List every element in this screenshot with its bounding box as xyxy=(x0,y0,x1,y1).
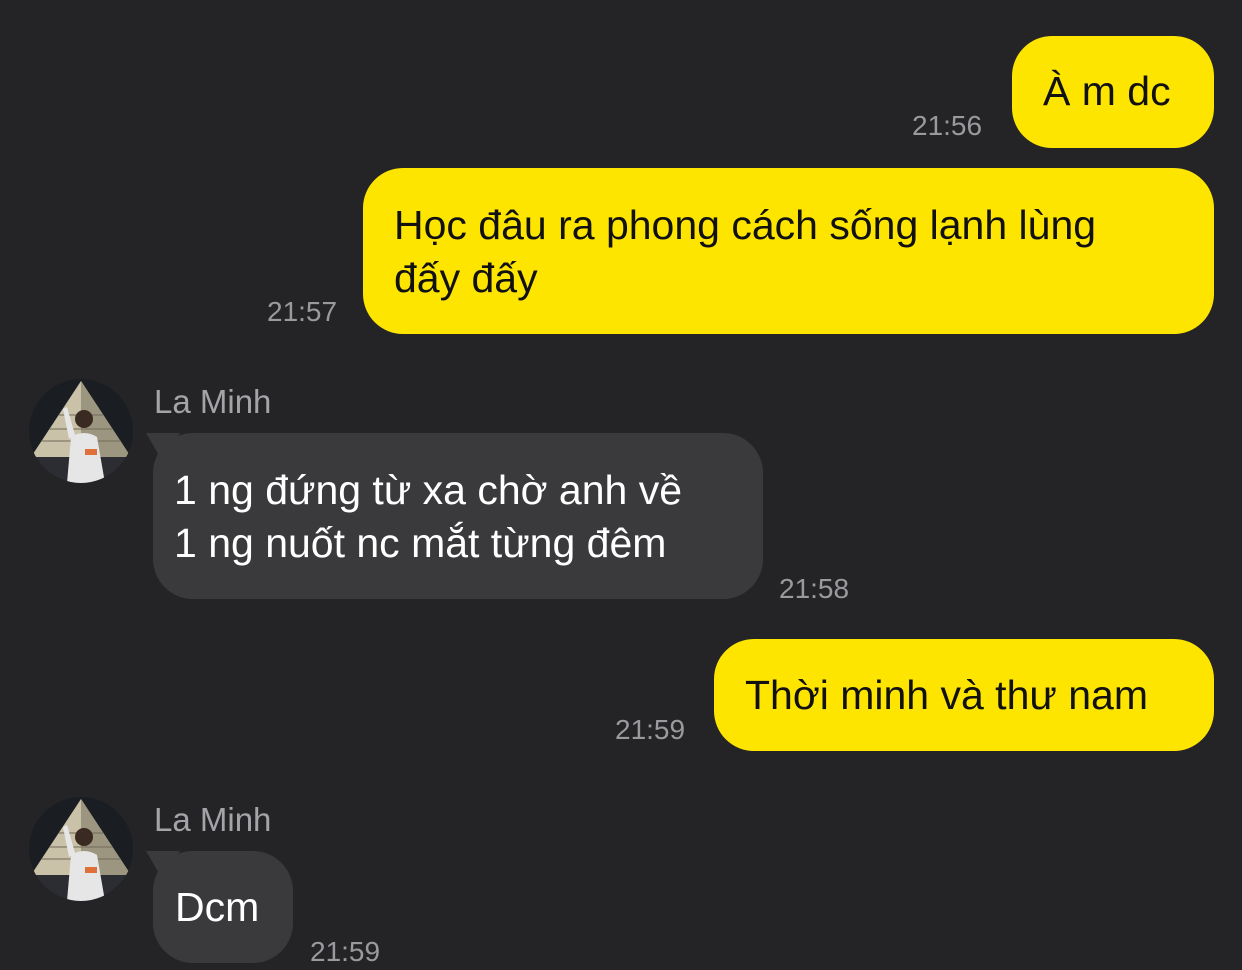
sender-name: La Minh xyxy=(154,383,272,420)
message-bubble-outgoing[interactable]: Thời minh và thư nam xyxy=(714,639,1214,751)
message-timestamp: 21:58 xyxy=(779,573,850,604)
message-timestamp: 21:59 xyxy=(615,714,686,745)
message-bubble-incoming[interactable]: 1 ng đứng từ xa chờ anh về 1 ng nuốt nc … xyxy=(153,433,763,599)
avatar[interactable] xyxy=(29,379,133,483)
user-photo-avatar-icon xyxy=(29,379,133,483)
sender-name: La Minh xyxy=(154,801,272,838)
chat-thread: 21:56 À m dc 21:57 Học đâu ra phong cách… xyxy=(0,0,1242,970)
avatar[interactable] xyxy=(29,797,133,901)
message-bubble-outgoing[interactable]: Học đâu ra phong cách sống lạnh lùng đấy… xyxy=(363,168,1214,334)
message-timestamp: 21:57 xyxy=(267,296,338,327)
message-timestamp: 21:59 xyxy=(310,936,381,967)
message-bubble-incoming[interactable]: Dcm xyxy=(153,851,293,963)
user-photo-avatar-icon xyxy=(29,797,133,901)
message-timestamp: 21:56 xyxy=(912,110,983,141)
message-bubble-outgoing[interactable]: À m dc xyxy=(1012,36,1214,148)
